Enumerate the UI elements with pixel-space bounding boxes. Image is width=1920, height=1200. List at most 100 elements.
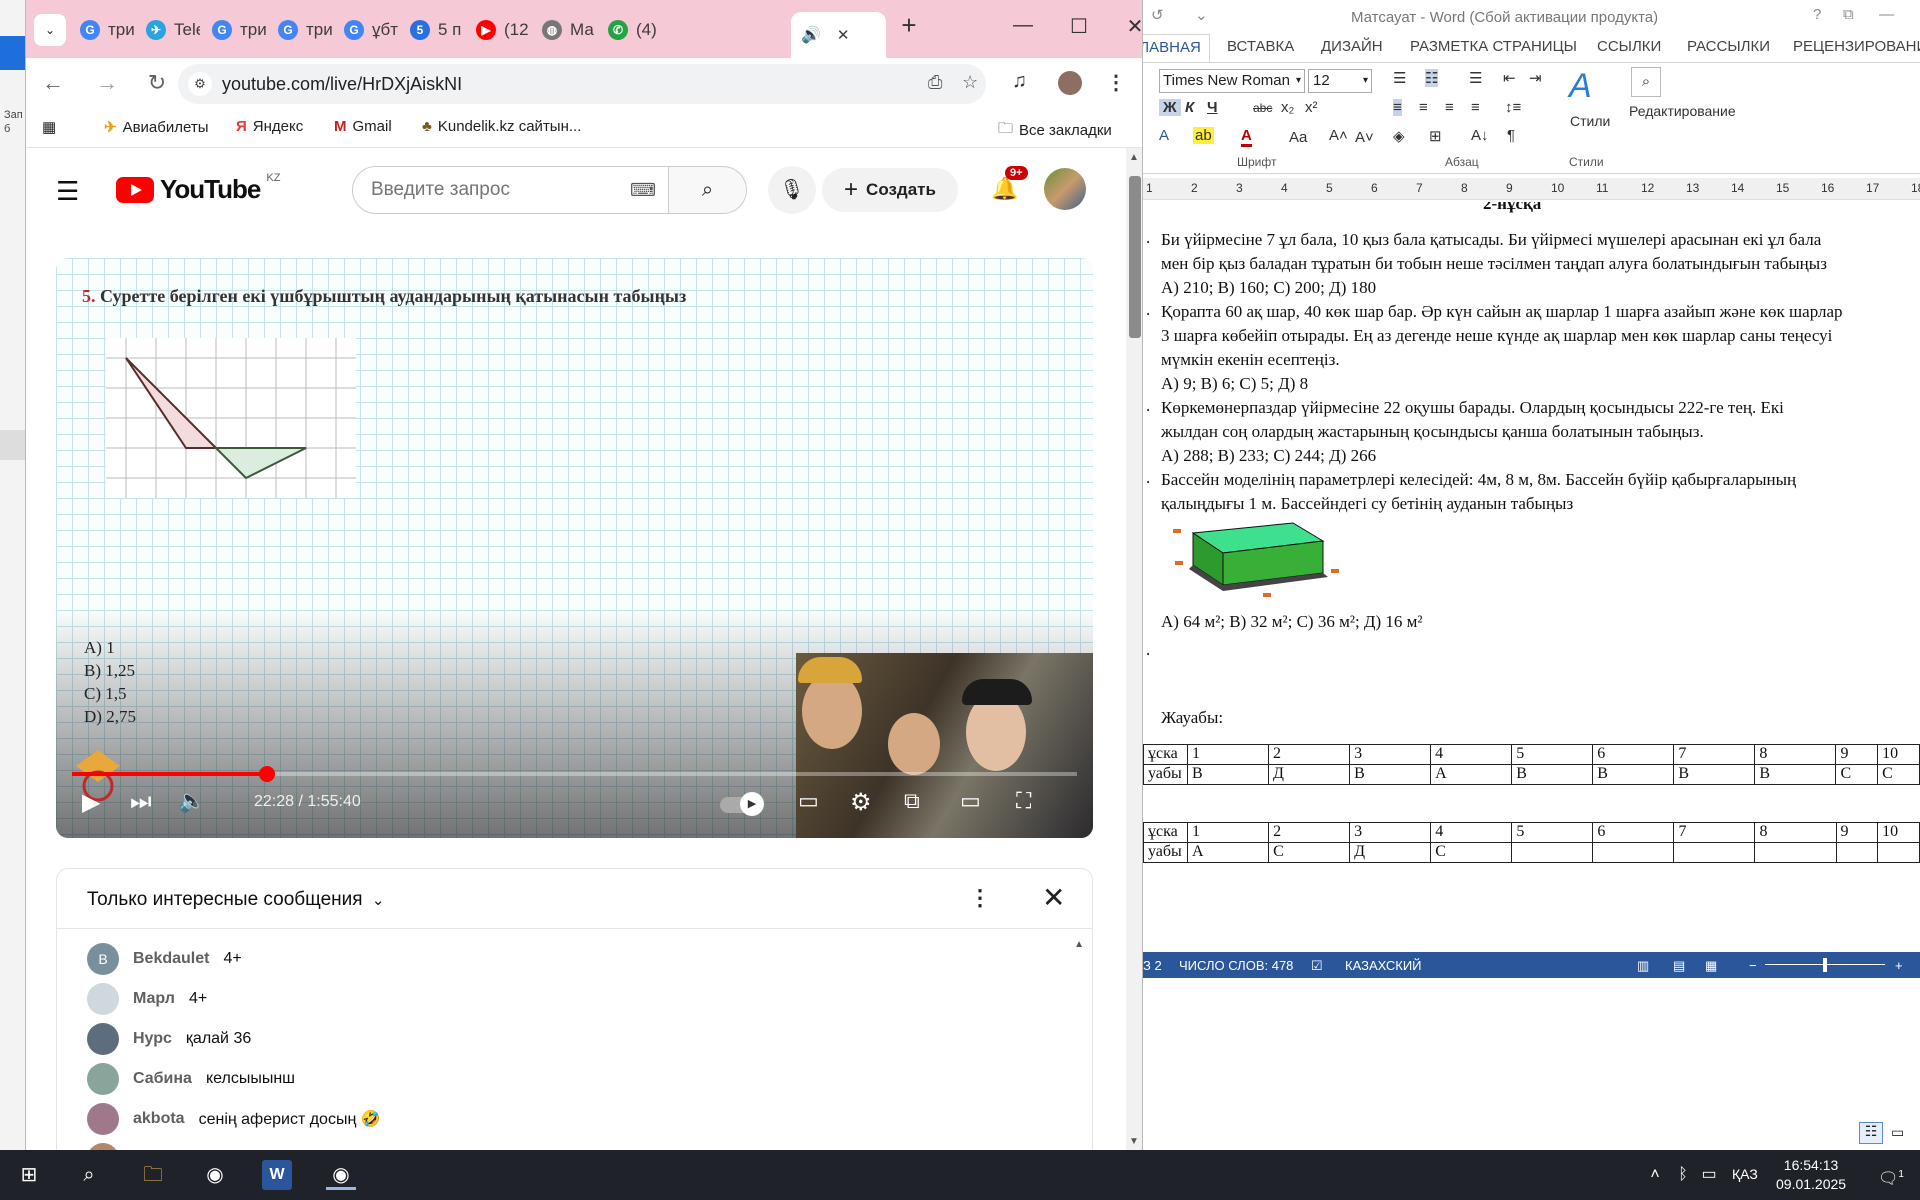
chat-message[interactable]: Сабина келсыыынш: [87, 1063, 295, 1095]
tab-6[interactable]: 5 5 п: [400, 12, 464, 48]
next-button[interactable]: ⏭: [130, 788, 152, 816]
volume-icon[interactable]: 🔈: [178, 788, 205, 814]
tab-9[interactable]: ✆ (4): [598, 12, 662, 48]
notifications-center-icon[interactable]: 🗨1: [1876, 1160, 1906, 1190]
install-app-icon[interactable]: ⎙: [928, 72, 942, 93]
subtitles-icon[interactable]: ▭: [798, 788, 819, 814]
table-cell[interactable]: Д: [1268, 764, 1351, 785]
bookmark-star-icon[interactable]: ☆: [962, 72, 978, 93]
table-row-label[interactable]: уабы: [1143, 764, 1188, 785]
close-window-button[interactable]: ✕: [1112, 14, 1142, 39]
tab-close-icon[interactable]: ✕: [837, 26, 850, 44]
table-cell[interactable]: 4: [1430, 744, 1513, 765]
outline-view-icon[interactable]: ☷: [1859, 1122, 1883, 1144]
search-input[interactable]: [371, 179, 611, 201]
reload-icon[interactable]: ↻: [142, 70, 172, 96]
chrome-menu-icon[interactable]: ⋮: [1106, 70, 1126, 95]
change-case-icon[interactable]: Aa: [1289, 129, 1307, 146]
table-cell[interactable]: 5: [1511, 822, 1594, 843]
italic-button[interactable]: К: [1185, 99, 1194, 116]
table-cell[interactable]: 8: [1754, 744, 1837, 765]
tab-mailings[interactable]: РАССЫЛКИ: [1687, 38, 1770, 55]
chat-message[interactable]: akbota сенің аферист досың 🤣: [87, 1103, 381, 1135]
table-cell[interactable]: C: [1877, 764, 1920, 785]
table-cell[interactable]: 3: [1349, 822, 1432, 843]
document-page[interactable]: 2-нұсқа Би үйірмесіне 7 ұл бала, 10 қыз …: [1143, 200, 1920, 952]
account-avatar[interactable]: [1044, 168, 1086, 210]
show-marks-icon[interactable]: ¶: [1507, 127, 1515, 144]
forward-icon[interactable]: →: [92, 70, 122, 96]
bold-button[interactable]: Ж: [1159, 99, 1181, 116]
avatar[interactable]: [87, 983, 119, 1015]
site-info-icon[interactable]: ⚙: [188, 72, 212, 96]
tab-insert[interactable]: ВСТАВКА: [1227, 38, 1294, 55]
chat-author[interactable]: akbota: [133, 1110, 185, 1128]
tab-layout[interactable]: РАЗМЕТКА СТРАНИЦЫ: [1410, 38, 1577, 55]
bookmark-4[interactable]: ♣ Kundelik.kz сайтын...: [422, 118, 581, 135]
table-cell[interactable]: 2: [1268, 822, 1351, 843]
read-mode-icon[interactable]: ▥: [1637, 958, 1649, 974]
align-right-icon[interactable]: ≡: [1445, 99, 1454, 116]
tab-5[interactable]: Gұбт: [334, 12, 398, 48]
chat-message[interactable]: Марл 4+: [87, 983, 207, 1015]
bookmark-3[interactable]: M Gmail: [334, 118, 392, 135]
font-size-box[interactable]: 12 ▾: [1308, 69, 1372, 93]
table-cell[interactable]: B: [1186, 764, 1270, 785]
tab-review[interactable]: РЕЦЕНЗИРОВАНИ: [1793, 38, 1920, 55]
youtube-logo[interactable]: YouTube KZ: [116, 172, 280, 205]
table-cell[interactable]: 2: [1268, 744, 1351, 765]
file-explorer-icon[interactable]: 🗀: [138, 1160, 168, 1190]
chat-scroll-up-icon[interactable]: ▲: [1074, 939, 1084, 950]
superscript-button[interactable]: x²: [1305, 99, 1318, 116]
bullets-icon[interactable]: ☰: [1393, 69, 1406, 87]
table-cell[interactable]: A: [1430, 764, 1513, 785]
taskbar-search-icon[interactable]: ⌕: [74, 1160, 104, 1190]
borders-icon[interactable]: ⊞: [1429, 127, 1442, 145]
ribbon-display-icon[interactable]: ⧉: [1843, 6, 1854, 23]
tab-3[interactable]: Gтри: [202, 12, 266, 48]
table-cell[interactable]: 7: [1673, 822, 1756, 843]
voice-search-button[interactable]: 🎙: [768, 166, 816, 214]
table-cell[interactable]: 6: [1592, 744, 1675, 765]
table-row-label[interactable]: ұска: [1143, 744, 1188, 765]
tab-2[interactable]: ✈ Tele: [136, 12, 200, 48]
play-button[interactable]: ▶: [82, 788, 100, 817]
table-cell[interactable]: 5: [1511, 744, 1594, 765]
video-player[interactable]: 5. Суретте берілген екі үшбұрыштың аудан…: [56, 258, 1093, 838]
search-button[interactable]: ⌕: [669, 166, 747, 214]
table-row-label[interactable]: уабы: [1143, 842, 1188, 863]
table-cell[interactable]: C: [1430, 842, 1513, 863]
show-hidden-icons[interactable]: ˄: [1640, 1160, 1670, 1190]
table-row-label[interactable]: ұска: [1143, 822, 1188, 843]
increase-indent-icon[interactable]: ⇥: [1529, 69, 1542, 87]
language-indicator[interactable]: КАЗАХСКИЙ: [1345, 958, 1422, 973]
notifications-button[interactable]: 🔔 9+: [991, 166, 1028, 202]
chrome-taskbar-icon[interactable]: ◉: [200, 1160, 230, 1190]
keyboard-icon[interactable]: ⌨: [630, 180, 656, 201]
avatar[interactable]: [87, 1063, 119, 1095]
chat-author[interactable]: Bekdaulet: [133, 950, 209, 968]
table-cell[interactable]: 9: [1835, 822, 1879, 843]
table-cell[interactable]: B: [1592, 764, 1675, 785]
grow-font-icon[interactable]: A˄: [1329, 127, 1348, 144]
taskbar-clock[interactable]: 16:54:13 09.01.2025: [1776, 1156, 1846, 1194]
minimize-button[interactable]: —: [1000, 14, 1046, 37]
scroll-up-arrow[interactable]: ▲: [1129, 152, 1139, 163]
table-cell[interactable]: 9: [1835, 744, 1879, 765]
chat-message[interactable]: Нурс қалай 36: [87, 1023, 251, 1055]
windows-start-icon[interactable]: ⊞: [14, 1160, 44, 1190]
editing-button[interactable]: Редактирование: [1629, 103, 1736, 119]
input-language[interactable]: ҚАЗ: [1732, 1166, 1758, 1182]
table-cell[interactable]: C: [1268, 842, 1351, 863]
table-cell[interactable]: 4: [1430, 822, 1513, 843]
video-scrubber-handle[interactable]: [258, 766, 275, 782]
scroll-down-arrow[interactable]: ▼: [1129, 1136, 1139, 1147]
shading-icon[interactable]: ◈: [1393, 127, 1405, 145]
chat-author[interactable]: Сабина: [133, 1070, 192, 1088]
hamburger-menu-icon[interactable]: ☰: [56, 176, 79, 207]
table-cell[interactable]: 1: [1186, 822, 1270, 843]
customize-qat-icon[interactable]: ⌄: [1195, 6, 1208, 24]
font-name-box[interactable]: Times New Roman ▾: [1159, 69, 1305, 93]
table-cell[interactable]: [1511, 842, 1594, 863]
subscript-button[interactable]: x₂: [1281, 99, 1294, 116]
